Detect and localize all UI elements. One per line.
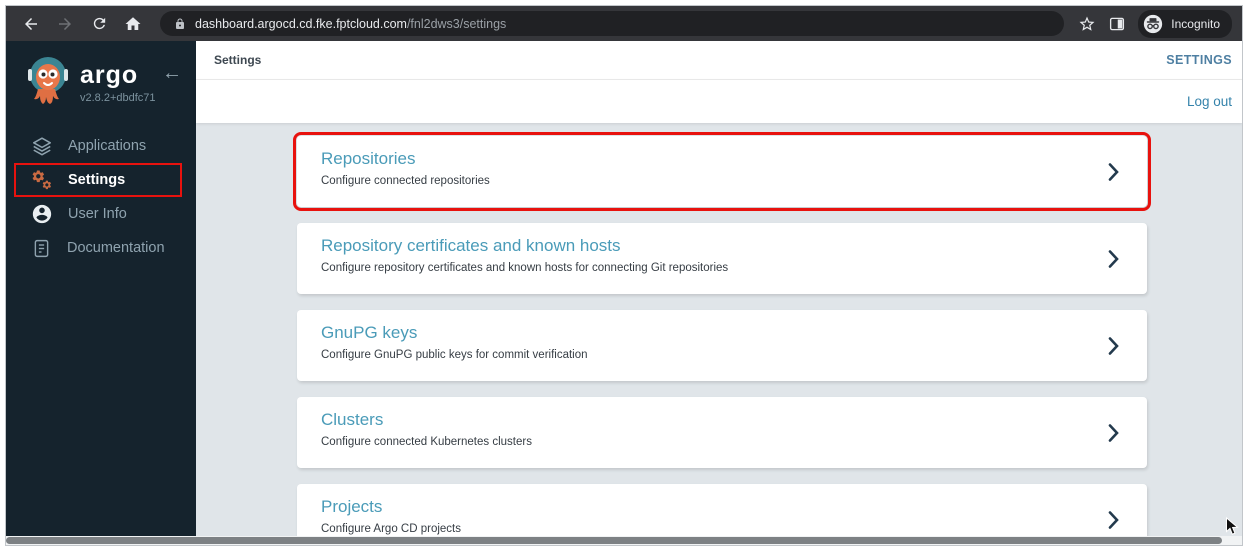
sidebar: argo v2.8.2+dbdfc71 ← Applications Setti… <box>6 41 196 536</box>
top-toolbar: Settings SETTINGS <box>196 41 1242 80</box>
chevron-right-icon <box>1108 249 1119 268</box>
toolbar-right: Incognito <box>1078 9 1232 38</box>
reload-icon <box>93 17 105 30</box>
card-description: Configure connected Kubernetes clusters <box>321 436 532 449</box>
sidebar-nav: Applications Settings User Info Document… <box>6 129 196 265</box>
forward-arrow-icon <box>59 17 71 30</box>
card-description: Configure repository certificates and kn… <box>321 262 729 275</box>
sidebar-item-label: Documentation <box>67 240 165 256</box>
mouse-cursor <box>1226 517 1239 535</box>
argo-logo-text: argo <box>80 61 139 89</box>
settings-card-gnupg-keys[interactable]: GnuPG keys Configure GnuPG public keys f… <box>297 310 1147 381</box>
settings-card-repositories[interactable]: Repositories Configure connected reposit… <box>293 132 1151 211</box>
back-button[interactable] <box>18 11 44 37</box>
main-area: Settings SETTINGS Log out Repositories C… <box>196 41 1242 536</box>
gears-icon <box>32 170 51 190</box>
sidebar-item-settings[interactable]: Settings <box>6 163 196 197</box>
logo-block: argo v2.8.2+dbdfc71 ← <box>6 41 196 107</box>
settings-card-projects[interactable]: Projects Configure Argo CD projects <box>297 484 1147 536</box>
sidebar-item-documentation[interactable]: Documentation <box>6 231 196 265</box>
sidebar-item-label: Applications <box>68 138 147 154</box>
incognito-icon <box>1144 14 1163 33</box>
chevron-right-icon <box>1108 162 1119 181</box>
settings-card-clusters[interactable]: Clusters Configure connected Kubernetes … <box>297 397 1147 468</box>
horizontal-scrollbar-thumb[interactable] <box>6 537 1222 544</box>
settings-card-certificates[interactable]: Repository certificates and known hosts … <box>297 223 1147 294</box>
browser-toolbar: dashboard.argocd.cd.fke.fptcloud.com/fnl… <box>6 6 1242 41</box>
address-bar[interactable]: dashboard.argocd.cd.fke.fptcloud.com/fnl… <box>160 11 1065 36</box>
browser-window: dashboard.argocd.cd.fke.fptcloud.com/fnl… <box>5 5 1243 546</box>
lock-icon <box>176 18 184 29</box>
url-domain: dashboard.argocd.cd.fke.fptcloud.com <box>195 16 407 31</box>
home-icon <box>125 16 141 30</box>
chevron-right-icon <box>1108 510 1119 529</box>
user-circle-icon <box>32 204 52 224</box>
sidebar-item-applications[interactable]: Applications <box>6 129 196 163</box>
card-title: Repositories <box>321 149 416 168</box>
incognito-label: Incognito <box>1171 16 1220 31</box>
reload-button[interactable] <box>86 11 112 37</box>
page-title: SETTINGS <box>1166 53 1232 67</box>
chevron-right-icon <box>1108 336 1119 355</box>
card-title: GnuPG keys <box>321 323 418 342</box>
incognito-badge: Incognito <box>1138 9 1232 38</box>
url-path: /fnl2dws3/settings <box>406 16 507 31</box>
version-label: v2.8.2+dbdfc71 <box>80 92 156 104</box>
screenshot: dashboard.argocd.cd.fke.fptcloud.com/fnl… <box>0 0 1248 548</box>
home-button[interactable] <box>120 11 146 37</box>
card-title: Clusters <box>321 410 384 429</box>
chevron-right-icon <box>1108 423 1119 442</box>
card-description: Configure connected repositories <box>321 175 490 188</box>
logout-link[interactable]: Log out <box>1187 94 1232 109</box>
argo-octopus-logo-icon <box>28 57 68 104</box>
side-panel-icon[interactable] <box>1108 15 1126 33</box>
horizontal-scrollbar <box>6 536 1242 545</box>
layers-icon <box>32 137 52 156</box>
card-description: Configure Argo CD projects <box>321 523 461 536</box>
url-text: dashboard.argocd.cd.fke.fptcloud.com/fnl… <box>195 17 506 31</box>
sidebar-collapse-button[interactable]: ← <box>162 55 182 83</box>
breadcrumb[interactable]: Settings <box>214 53 261 67</box>
sidebar-item-label: Settings <box>68 172 126 188</box>
journal-icon <box>34 239 49 257</box>
back-arrow-icon <box>25 17 37 30</box>
logo-texts: argo v2.8.2+dbdfc71 <box>80 55 156 105</box>
settings-overview: Repositories Configure connected reposit… <box>196 123 1242 536</box>
bookmark-star-icon[interactable] <box>1078 15 1096 33</box>
sidebar-item-label: User Info <box>68 206 127 222</box>
page-viewport: argo v2.8.2+dbdfc71 ← Applications Setti… <box>6 41 1242 536</box>
forward-button[interactable] <box>52 11 78 37</box>
card-title: Projects <box>321 497 383 516</box>
card-description: Configure GnuPG public keys for commit v… <box>321 349 588 362</box>
sidebar-item-user-info[interactable]: User Info <box>6 197 196 231</box>
card-title: Repository certificates and known hosts <box>321 236 621 255</box>
action-bar: Log out <box>196 80 1242 123</box>
